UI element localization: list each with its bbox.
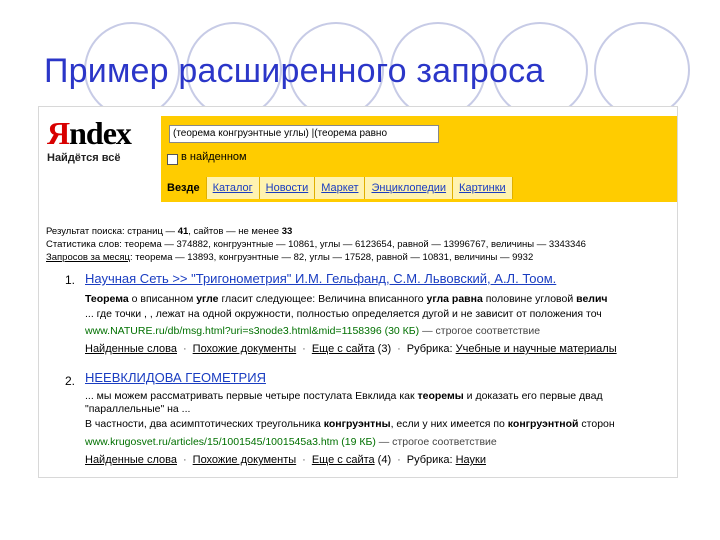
search-result: 1. Научная Сеть >> "Тригонометрия" И.М. … xyxy=(65,271,677,361)
result-url: www.krugosvet.ru/articles/15/1001545/100… xyxy=(85,436,497,448)
result-number: 1. xyxy=(65,273,76,287)
result-snippet: "параллельные" на ... xyxy=(85,403,191,415)
similar-documents-link[interactable]: Похожие документы xyxy=(193,454,297,466)
stats-line-pages: Результат поиска: страниц — 41, сайтов —… xyxy=(46,226,293,237)
stats-line-words: Статистика слов: теорема — 374882, конгр… xyxy=(46,239,586,250)
result-stats: Результат поиска: страниц — 41, сайтов —… xyxy=(46,225,586,264)
result-snippet: Теорема о вписанном угле гласит следующе… xyxy=(85,293,608,305)
result-url: www.NATURE.ru/db/msg.html?uri=s3node3.ht… xyxy=(85,325,541,337)
search-result: 2. НЕЕВКЛИДОВА ГЕОМЕТРИЯ ... мы можем ра… xyxy=(65,370,677,475)
more-from-site-link[interactable]: Еще с сайта xyxy=(312,343,375,355)
tab-news[interactable]: Новости xyxy=(259,177,316,199)
tab-market[interactable]: Маркет xyxy=(315,177,366,199)
more-from-site-link[interactable]: Еще с сайта xyxy=(312,454,375,466)
search-input[interactable]: (теорема конгруэнтные углы) |(теорема ра… xyxy=(169,125,439,143)
tab-catalog[interactable]: Каталог xyxy=(206,177,260,199)
result-title-link[interactable]: Научная Сеть >> "Тригонометрия" И.М. Гел… xyxy=(85,271,556,286)
yandex-logo[interactable]: Яndex xyxy=(47,117,132,149)
tab-everywhere[interactable]: Везде xyxy=(161,177,207,199)
result-snippet: В частности, два асимптотических треугол… xyxy=(85,418,615,430)
slide-title: Пример расширенного запроса xyxy=(44,52,545,90)
monthly-queries-link[interactable]: Запросов за месяц xyxy=(46,252,130,263)
found-words-link[interactable]: Найденные слова xyxy=(85,454,177,466)
result-number: 2. xyxy=(65,374,76,388)
result-snippet: ... где точки , , лежат на одной окружно… xyxy=(85,308,602,320)
rubric-link[interactable]: Учебные и научные материалы xyxy=(456,343,617,355)
similar-documents-link[interactable]: Похожие документы xyxy=(193,343,297,355)
tab-images[interactable]: Картинки xyxy=(453,177,513,199)
search-in-results-checkbox[interactable] xyxy=(167,154,178,165)
rubric-link[interactable]: Науки xyxy=(456,454,486,466)
search-panel: (теорема конгруэнтные углы) |(теорема ра… xyxy=(161,116,677,202)
logo-tagline: Найдётся всё xyxy=(47,152,121,164)
stats-line-monthly: Запросов за месяц: теорема — 13893, конг… xyxy=(46,252,534,263)
tab-encyclopedias[interactable]: Энциклопедии xyxy=(365,177,454,199)
result-links: Найденные слова · Похожие документы · Еще с … xyxy=(85,454,487,466)
result-snippet: ... мы можем рассматривать первые четыре… xyxy=(85,390,603,402)
result-title-link[interactable]: НЕЕВКЛИДОВА ГЕОМЕТРИЯ xyxy=(85,370,266,385)
search-screenshot: Яndex Найдётся всё (теорема конгруэнтные… xyxy=(38,106,678,478)
search-in-results-label: в найденном xyxy=(181,151,247,163)
found-words-link[interactable]: Найденные слова xyxy=(85,343,177,355)
result-links: Найденные слова · Похожие документы · Еще с … xyxy=(85,343,617,355)
decor-circle xyxy=(594,22,690,118)
search-tabs: Везде Каталог Новости Маркет Энциклопеди… xyxy=(161,177,513,199)
